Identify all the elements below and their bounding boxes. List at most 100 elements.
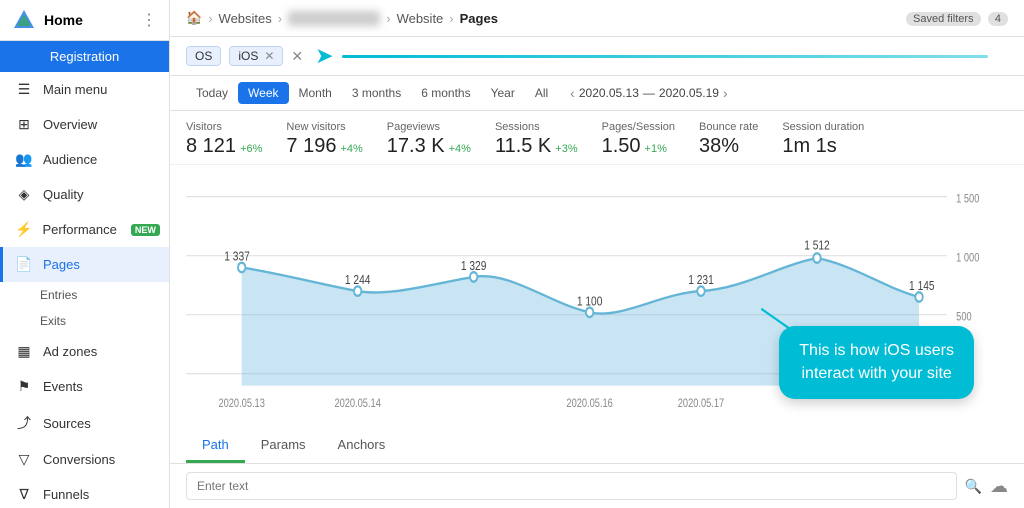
stat-value: 38% xyxy=(699,135,758,158)
search-icon: 🔍 xyxy=(965,478,982,495)
svg-text:500: 500 xyxy=(956,311,972,324)
sidebar-item-funnels[interactable]: ∇Funnels xyxy=(0,477,169,508)
filter-os-label: OS xyxy=(195,49,212,63)
stat-value: 7 196 +4% xyxy=(286,135,362,158)
sidebar-menu: ☰Main menu ⊞ Overview 👥 Audience ◈ Quality ⚡Per… xyxy=(0,72,169,508)
registration-button[interactable]: Registration xyxy=(0,41,169,72)
sidebar-item-sources[interactable]: ⤴Sources xyxy=(0,404,169,442)
date-btn-year[interactable]: Year xyxy=(481,82,525,104)
sidebar-icon-audience: 👥 xyxy=(15,151,33,168)
date-btn-6-months[interactable]: 6 months xyxy=(411,82,480,104)
sidebar-icon-conversions: ▽ xyxy=(15,451,33,468)
svg-text:1 100: 1 100 xyxy=(577,294,603,308)
upload-icon[interactable]: ☁ xyxy=(990,476,1008,497)
new-badge-performance: NEW xyxy=(131,224,160,236)
sidebar-label-main-menu: Main menu xyxy=(43,82,107,97)
sidebar-label-overview: Overview xyxy=(43,117,97,132)
sidebar-more-icon[interactable]: ⋮ xyxy=(141,10,157,30)
app-logo xyxy=(12,8,36,32)
stat-change: +6% xyxy=(240,143,262,155)
search-bar: 🔍 ☁ xyxy=(170,464,1024,508)
breadcrumb-sep-4: › xyxy=(449,11,453,26)
filter-clear-icon[interactable]: ✕ xyxy=(291,48,303,65)
sidebar-item-pages[interactable]: 📄 Pages xyxy=(0,247,169,282)
sidebar-label-pages: Pages xyxy=(43,257,80,272)
chart-area: 1 337 1 244 1 329 1 100 1 231 1 512 1 14… xyxy=(170,165,1024,429)
topbar: 🏠 › Websites › ██████████ › Website › Pa… xyxy=(170,0,1024,37)
stat-visitors: Visitors8 121 +6% xyxy=(186,121,262,158)
stats-row: Visitors8 121 +6% New visitors 7 196 +4% Pa… xyxy=(170,111,1024,165)
saved-filters-label: Saved filters xyxy=(906,12,981,26)
sidebar-label-quality: Quality xyxy=(43,187,83,202)
stat-change: +1% xyxy=(645,143,667,155)
search-input[interactable] xyxy=(186,472,957,500)
date-btn-month[interactable]: Month xyxy=(289,82,342,104)
stat-label: Sessions xyxy=(495,121,578,133)
breadcrumb-sep-2: › xyxy=(278,11,282,26)
sidebar-sub-exits[interactable]: Exits xyxy=(0,308,169,334)
sidebar-icon-performance: ⚡ xyxy=(15,221,32,238)
sidebar-icon-overview: ⊞ xyxy=(15,116,33,133)
sidebar-label-conversions: Conversions xyxy=(43,452,115,467)
svg-text:1 000: 1 000 xyxy=(956,252,979,265)
date-next-icon[interactable]: › xyxy=(723,85,728,101)
filter-ios-close-icon[interactable]: ✕ xyxy=(264,49,274,63)
stat-label: Session duration xyxy=(782,121,864,133)
date-bar: TodayWeekMonth3 months6 monthsYearAll ‹ … xyxy=(170,76,1024,111)
sidebar-item-events[interactable]: ⚑Events xyxy=(0,369,169,404)
breadcrumb-websites[interactable]: Websites xyxy=(219,11,272,26)
sidebar-item-audience[interactable]: 👥 Audience xyxy=(0,142,169,177)
breadcrumb-website[interactable]: Website xyxy=(397,11,444,26)
svg-text:1 145: 1 145 xyxy=(909,279,935,293)
sidebar-label-audience: Audience xyxy=(43,152,97,167)
sidebar-item-performance[interactable]: ⚡PerformanceNEW xyxy=(0,212,169,247)
date-prev-icon[interactable]: ‹ xyxy=(570,85,575,101)
filter-chip-os[interactable]: OS xyxy=(186,46,221,66)
svg-text:2020.05.16: 2020.05.16 xyxy=(566,397,612,410)
filter-chip-ios[interactable]: iOS ✕ xyxy=(229,46,283,66)
tab-params[interactable]: Params xyxy=(245,429,322,463)
sidebar-icon-pages: 📄 xyxy=(15,256,33,273)
sidebar: Home ⋮ Registration ☰Main menu ⊞ Overview 👥… xyxy=(0,0,170,508)
saved-filters-count: 4 xyxy=(988,12,1008,26)
date-btn-today[interactable]: Today xyxy=(186,82,238,104)
sidebar-item-overview[interactable]: ⊞ Overview xyxy=(0,107,169,142)
date-range-start: 2020.05.13 xyxy=(579,86,639,100)
stat-value: 8 121 +6% xyxy=(186,135,262,158)
stat-value: 17.3 K +4% xyxy=(387,135,471,158)
svg-text:1 337: 1 337 xyxy=(224,249,250,263)
sidebar-label-funnels: Funnels xyxy=(43,487,89,502)
sidebar-item-ad-zones[interactable]: ▦Ad zones xyxy=(0,334,169,369)
sidebar-item-main-menu[interactable]: ☰Main menu xyxy=(0,72,169,107)
sidebar-item-quality[interactable]: ◈ Quality xyxy=(0,177,169,212)
sidebar-icon-sources: ⤴ xyxy=(15,413,33,433)
tab-path[interactable]: Path xyxy=(186,429,245,463)
stat-label: Pages/Session xyxy=(602,121,675,133)
stat-label: New visitors xyxy=(286,121,362,133)
sidebar-icon-quality: ◈ xyxy=(15,186,33,203)
saved-filters[interactable]: Saved filters 4 xyxy=(902,11,1008,25)
sidebar-item-conversions[interactable]: ▽ Conversions xyxy=(0,442,169,477)
date-btn-3-months[interactable]: 3 months xyxy=(342,82,411,104)
breadcrumb-sep-3: › xyxy=(386,11,390,26)
date-btn-all[interactable]: All xyxy=(525,82,558,104)
date-range-sep: — xyxy=(643,86,655,100)
svg-text:2020.05.17: 2020.05.17 xyxy=(678,397,724,410)
stat-label: Pageviews xyxy=(387,121,471,133)
stat-value: 11.5 K +3% xyxy=(495,135,578,158)
stat-change: +4% xyxy=(340,143,362,155)
filter-arrow-icon: ➤ xyxy=(315,43,333,69)
breadcrumb-pages: Pages xyxy=(460,11,498,26)
sidebar-title: Home xyxy=(44,12,133,28)
stat-change: +4% xyxy=(449,143,471,155)
stat-change: +3% xyxy=(555,143,577,155)
tab-anchors[interactable]: Anchors xyxy=(322,429,402,463)
breadcrumb-site: ██████████ xyxy=(288,11,380,26)
sidebar-sub-entries[interactable]: Entries xyxy=(0,282,169,308)
stat-bounce-rate: Bounce rate38% xyxy=(699,121,758,158)
main-content: 🏠 › Websites › ██████████ › Website › Pa… xyxy=(170,0,1024,508)
sidebar-icon-ad-zones: ▦ xyxy=(15,343,33,360)
sidebar-label-events: Events xyxy=(43,379,83,394)
svg-text:1 244: 1 244 xyxy=(345,273,371,287)
date-btn-week[interactable]: Week xyxy=(238,82,288,104)
